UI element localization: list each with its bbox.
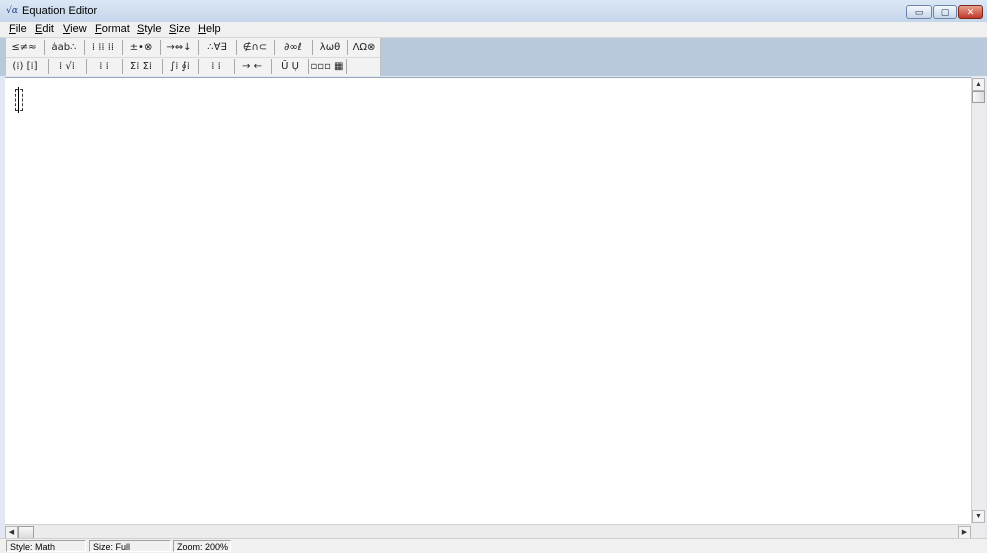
menu-edit[interactable]: Edit	[35, 23, 54, 36]
maximize-button[interactable]: ▢	[933, 5, 957, 19]
minimize-button[interactable]: ▭	[906, 5, 932, 19]
equation-editor-app-icon: √α	[6, 6, 18, 16]
menu-file[interactable]: File	[9, 23, 27, 36]
vertical-scrollbar[interactable]: ▲ ▼	[971, 77, 986, 524]
status-bar: Style: Math Size: Full Zoom: 200%	[0, 538, 987, 553]
palette-divider	[308, 59, 309, 74]
equation-editing-area[interactable]	[5, 77, 971, 525]
symbol-palette-row: ≤≠≈ ȧab∴ ⁞ ⁞⁞ ⁞⁞ ±•⊗ →⇔↓ ∴∀∃ ∉∩⊂ ∂∞ℓ λωθ…	[6, 38, 380, 58]
spaces-ellipses-button[interactable]: ȧab∴	[46, 40, 82, 55]
products-set-theory-templates-button[interactable]: Ū Ụ	[273, 59, 307, 74]
palette-divider	[271, 59, 272, 74]
palette-divider	[44, 40, 45, 55]
menu-size[interactable]: Size	[169, 23, 190, 36]
palette-divider	[236, 40, 237, 55]
insertion-caret	[18, 87, 19, 113]
arrow-symbols-button[interactable]: →⇔↓	[162, 40, 196, 55]
fence-templates-button[interactable]: (⁞) [⁞]	[8, 59, 42, 74]
fraction-radical-templates-button[interactable]: ⁞ √⁞	[50, 59, 84, 74]
logical-symbols-button[interactable]: ∴∀∃	[200, 40, 234, 55]
equation-editor-window: √α Equation Editor ▭ ▢ ✕ File Edit View …	[0, 0, 987, 553]
matrix-templates-button[interactable]: ▫▫▫ ▦	[310, 59, 344, 74]
labeled-arrow-templates-button[interactable]: → ←	[236, 59, 268, 74]
palette-divider	[160, 40, 161, 55]
status-zoom: Zoom: 200%	[173, 540, 231, 552]
integral-templates-button[interactable]: ∫⁞ ∮⁞	[164, 59, 196, 74]
greek-lowercase-button[interactable]: λωθ	[314, 40, 346, 55]
status-style: Style: Math	[6, 540, 86, 552]
symbol-template-palette: ≤≠≈ ȧab∴ ⁞ ⁞⁞ ⁞⁞ ±•⊗ →⇔↓ ∴∀∃ ∉∩⊂ ∂∞ℓ λωθ…	[6, 38, 381, 76]
horizontal-scrollbar[interactable]: ◀ ▶	[5, 524, 971, 539]
menu-format[interactable]: Format	[95, 23, 130, 36]
palette-divider	[274, 40, 275, 55]
underbar-overbar-templates-button[interactable]: ⁞ ⁞	[200, 59, 232, 74]
menu-style[interactable]: Style	[137, 23, 161, 36]
palette-divider	[198, 59, 199, 74]
palette-divider	[346, 59, 347, 74]
window-title: Equation Editor	[22, 5, 98, 17]
palette-divider	[198, 40, 199, 55]
vertical-scroll-thumb[interactable]	[972, 91, 985, 103]
palette-divider	[122, 40, 123, 55]
misc-symbols-button[interactable]: ∂∞ℓ	[276, 40, 310, 55]
empty-equation-slot[interactable]	[15, 89, 23, 111]
operator-symbols-button[interactable]: ±•⊗	[124, 40, 158, 55]
palette-divider	[86, 59, 87, 74]
palette-divider	[162, 59, 163, 74]
embellishments-button[interactable]: ⁞ ⁞⁞ ⁞⁞	[86, 40, 120, 55]
scroll-up-button[interactable]: ▲	[972, 78, 985, 91]
summation-templates-button[interactable]: Σ⁞ Σ⁞	[124, 59, 158, 74]
palette-divider	[234, 59, 235, 74]
palette-divider	[122, 59, 123, 74]
palette-divider	[84, 40, 85, 55]
palette-divider	[48, 59, 49, 74]
palette-divider	[312, 40, 313, 55]
title-bar[interactable]: √α Equation Editor ▭ ▢ ✕	[0, 0, 987, 22]
close-button[interactable]: ✕	[958, 5, 983, 19]
menu-help[interactable]: Help	[198, 23, 221, 36]
relational-symbols-button[interactable]: ≤≠≈	[8, 40, 40, 55]
menu-bar: File Edit View Format Style Size Help	[0, 22, 987, 38]
scroll-down-button[interactable]: ▼	[972, 510, 985, 523]
greek-uppercase-button[interactable]: ΛΩ⊗	[348, 40, 380, 55]
template-palette-row: (⁞) [⁞] ⁞ √⁞ ⁞ ⁞ Σ⁞ Σ⁞ ∫⁞ ∮⁞ ⁞ ⁞ → ← Ū Ụ…	[6, 57, 380, 76]
status-size: Size: Full	[89, 540, 171, 552]
set-theory-symbols-button[interactable]: ∉∩⊂	[238, 40, 272, 55]
menu-view[interactable]: View	[63, 23, 87, 36]
subscript-superscript-templates-button[interactable]: ⁞ ⁞	[88, 59, 120, 74]
scrollbar-corner	[971, 524, 985, 538]
